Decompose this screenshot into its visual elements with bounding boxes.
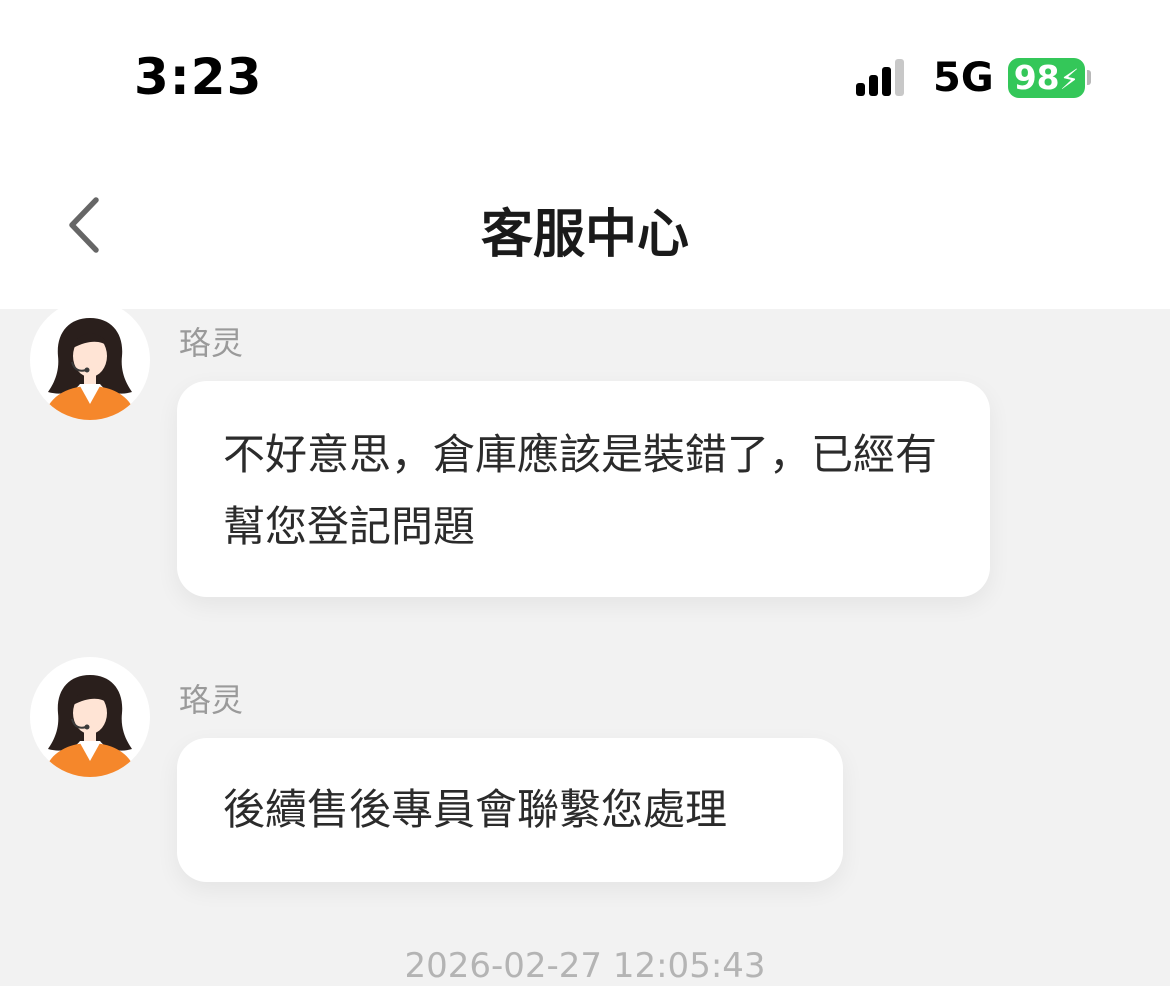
- message-timestamp: 2026-02-27 12:05:43: [404, 946, 766, 986]
- sender-name: 珞灵: [179, 324, 244, 362]
- top-bar: 3:23 5G 98⚡ 客服中心: [0, 0, 1170, 309]
- cellular-signal-icon: [856, 59, 904, 96]
- battery-level: 98: [1013, 58, 1060, 97]
- message-text: 不好意思，倉庫應該是裝錯了，已經有幫您登記問題: [223, 430, 938, 551]
- battery-icon: 98⚡: [1008, 58, 1085, 98]
- battery-cap: [1087, 70, 1091, 85]
- message-text: 後續售後專員會聯繫您處理: [223, 785, 728, 834]
- message-bubble[interactable]: 不好意思，倉庫應該是裝錯了，已經有幫您登記問題: [177, 381, 990, 597]
- charging-bolt-icon: ⚡: [1059, 63, 1080, 96]
- network-type: 5G: [933, 55, 994, 101]
- message-bubble[interactable]: 後續售後專員會聯繫您處理: [177, 738, 843, 882]
- page-title: 客服中心: [480, 205, 689, 265]
- agent-avatar-icon[interactable]: [30, 300, 150, 420]
- status-time: 3:23: [134, 48, 263, 106]
- sender-name: 珞灵: [179, 681, 244, 719]
- agent-avatar-icon[interactable]: [30, 657, 150, 777]
